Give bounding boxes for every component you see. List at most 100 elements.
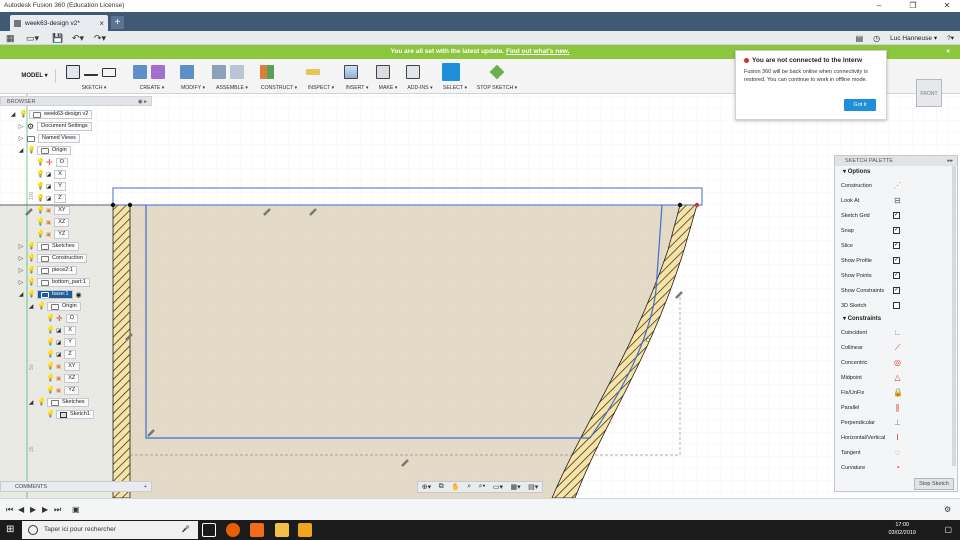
options-section-header[interactable]: ▾ Options	[835, 166, 957, 178]
tree-node[interactable]: 💡 ▣ XY	[46, 361, 80, 372]
visibility-bulb-icon[interactable]: 💡	[19, 111, 28, 119]
constraint-row[interactable]: Collinear ⟋	[835, 340, 957, 355]
visibility-bulb-icon[interactable]: 💡	[27, 255, 36, 263]
whats-new-link[interactable]: Find out what's new.	[506, 48, 569, 55]
visibility-bulb-icon[interactable]: 💡	[27, 243, 36, 251]
constraint-icon[interactable]: ∟	[893, 328, 902, 337]
expand-icon[interactable]: ◢	[18, 291, 24, 298]
visibility-bulb-icon[interactable]: 💡	[46, 375, 55, 383]
document-tab[interactable]: week63-design v2* ×	[10, 15, 108, 31]
tree-node[interactable]: ▷ 💡 piece2:1	[18, 265, 77, 276]
palette-option-row[interactable]: Sketch Grid ✓	[835, 208, 957, 223]
expand-icon[interactable]: ▷	[18, 255, 24, 262]
option-checkbox[interactable]: ✓	[893, 242, 900, 249]
visibility-bulb-icon[interactable]: 💡	[36, 231, 45, 239]
visibility-bulb-icon[interactable]: 💡	[46, 339, 55, 347]
workspace-switcher[interactable]: MODEL ▾	[14, 69, 56, 83]
tree-node[interactable]: 💡 ✛ O	[46, 313, 78, 324]
taskbar-search[interactable]: Taper ici pour rechercher 🎤	[22, 521, 198, 539]
constraint-row[interactable]: Curvature ◔	[835, 460, 957, 475]
maximize-button[interactable]: ❐	[906, 0, 920, 12]
start-windows-icon[interactable]: ⊞	[6, 524, 14, 535]
offset-plane-icon[interactable]	[260, 65, 274, 79]
constraints-section-header[interactable]: ▾ Constraints	[835, 313, 957, 325]
expand-icon[interactable]: ▷	[18, 279, 24, 286]
visibility-bulb-icon[interactable]: 💡	[46, 327, 55, 335]
got-it-button[interactable]: Got it	[844, 99, 876, 111]
file-menu-icon[interactable]: ▭▾	[26, 32, 39, 44]
tree-node[interactable]: 💡 ◪ Y	[36, 181, 66, 192]
look-at-icon[interactable]: ⧉	[439, 483, 444, 491]
rectangle-icon[interactable]	[102, 67, 116, 77]
data-panel-icon[interactable]: ▦	[6, 32, 15, 44]
constraint-row[interactable]: Perpendicular ⊥	[835, 415, 957, 430]
visibility-bulb-icon[interactable]: 💡	[36, 159, 45, 167]
option-checkbox[interactable]	[893, 302, 900, 309]
tree-root[interactable]: ◢ 💡 week63-design v2	[10, 109, 93, 120]
select-group[interactable]: SELECT ▾	[442, 63, 468, 93]
timeline-sketch-icon[interactable]: ▣	[72, 505, 80, 514]
tree-node[interactable]: 💡 ▣ XZ	[36, 217, 70, 228]
option-checkbox[interactable]: ✓	[893, 227, 900, 234]
joint-icon[interactable]	[230, 65, 244, 79]
design-canvas[interactable]: 100 50 25	[0, 94, 960, 498]
visibility-bulb-icon[interactable]: 💡	[36, 219, 45, 227]
palette-header[interactable]: SKETCH PALETTE ▸▸	[835, 156, 957, 166]
user-menu[interactable]: Luc Hanneuse ▾	[890, 34, 937, 42]
zoom-window-icon[interactable]: ⌕▾	[479, 483, 486, 491]
browser-pin-icon[interactable]: ◉ ▸	[138, 97, 147, 107]
sketch-point[interactable]	[646, 338, 650, 342]
3d-print-icon[interactable]	[376, 65, 390, 79]
constraint-icon[interactable]: ∥	[893, 403, 902, 412]
insert-image-icon[interactable]	[344, 65, 358, 79]
visibility-bulb-icon[interactable]: 💡	[46, 363, 55, 371]
pan-icon[interactable]: ✋	[451, 483, 460, 491]
palette-option-row[interactable]: Show Profile ✓	[835, 253, 957, 268]
inspect-group[interactable]: INSPECT ▾	[306, 63, 336, 93]
browser-panel-header[interactable]: BROWSER ◉ ▸	[0, 96, 152, 106]
visibility-bulb-icon[interactable]: 💡	[46, 351, 55, 359]
comments-panel[interactable]: COMMENTS +	[0, 481, 152, 492]
constraint-icon[interactable]: ⟋	[893, 343, 902, 352]
create-group[interactable]: CREATE ▾	[133, 63, 171, 93]
microphone-icon[interactable]: 🎤	[182, 521, 190, 539]
look-at-icon[interactable]: ⊟	[893, 196, 902, 205]
constraint-icon[interactable]: ◔	[893, 463, 902, 472]
pattern-icon[interactable]	[151, 65, 165, 79]
add-comment-icon[interactable]: +	[144, 482, 147, 492]
expand-icon[interactable]: ▷	[18, 267, 24, 274]
go-to-start-icon[interactable]: ⏮	[6, 505, 13, 515]
tree-node[interactable]: ◢ 💡 Sketches	[28, 397, 89, 408]
add-ins-group[interactable]: ADD-INS ▾	[406, 63, 434, 93]
visibility-bulb-icon[interactable]: 💡	[46, 411, 55, 419]
orbit-icon[interactable]: ⊕▾	[422, 483, 431, 491]
close-window-button[interactable]: ✕	[940, 0, 954, 12]
constraint-icon[interactable]: ◎	[893, 358, 902, 367]
palette-option-row[interactable]: 3D Sketch	[835, 298, 957, 313]
minimize-button[interactable]: –	[872, 0, 886, 12]
step-forward-icon[interactable]: ▶	[42, 505, 48, 514]
constraint-row[interactable]: Horizontal/Vertical Ⅰ	[835, 430, 957, 445]
tree-node[interactable]: ▷ 💡 Construction	[18, 253, 87, 264]
sketch-point[interactable]	[694, 202, 700, 208]
tree-node[interactable]: 💡 ◪ Y	[46, 337, 76, 348]
tree-node[interactable]: 💡 ▣ XZ	[46, 373, 80, 384]
constraint-row[interactable]: Midpoint △	[835, 370, 957, 385]
visibility-bulb-icon[interactable]: 💡	[27, 147, 36, 155]
measure-icon[interactable]	[306, 69, 320, 75]
expand-icon[interactable]: ▷	[18, 243, 24, 250]
zoom-icon[interactable]: ⌕	[467, 483, 471, 491]
select-icon[interactable]	[442, 63, 460, 81]
palette-expand-icon[interactable]: ▸▸	[947, 156, 953, 166]
tree-node[interactable]: ▷ 💡 Sketches	[18, 241, 79, 252]
palette-option-row[interactable]: Construction ⋰	[835, 178, 957, 193]
create-sketch-icon[interactable]	[66, 65, 80, 79]
tree-node[interactable]: 💡 ▣ XY	[36, 205, 70, 216]
constraint-row[interactable]: Tangent ◌	[835, 445, 957, 460]
viewcube[interactable]: FRONT	[916, 79, 942, 107]
step-back-icon[interactable]: ◀	[18, 505, 24, 514]
new-component-icon[interactable]	[212, 65, 226, 79]
visibility-bulb-icon[interactable]: 💡	[37, 399, 46, 407]
task-view-icon[interactable]	[202, 523, 216, 537]
tree-node[interactable]: 💡 ▣ YZ	[36, 229, 70, 240]
